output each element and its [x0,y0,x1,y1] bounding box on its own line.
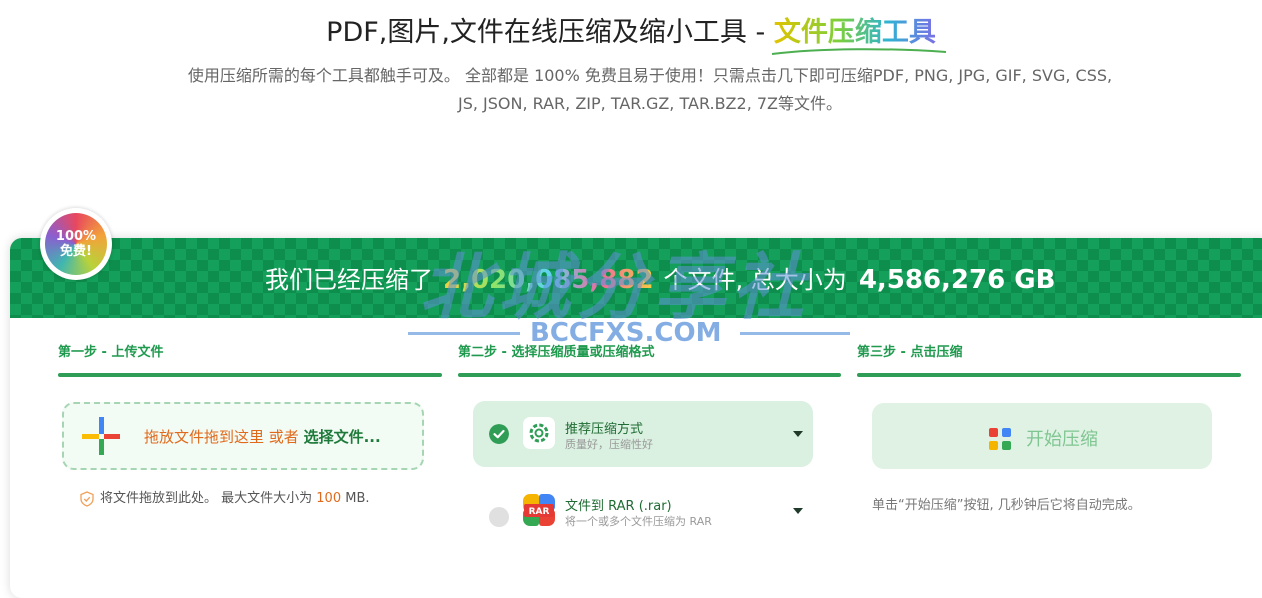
watermark-line-left [408,332,520,335]
watermark-line-right [740,332,850,335]
option-rar-subtitle: 将一个或多个文件压缩为 RAR [565,515,712,528]
free-badge-inner: 100% 免费! [45,213,107,275]
highlight-underline [771,48,946,55]
page-subtitle: 使用压缩所需的每个工具都触手可及。 全部都是 100% 免费且易于使用！只需点击… [187,66,1113,113]
option-rar[interactable]: RAR 文件到 RAR (.rar) 将一个或多个文件压缩为 RAR [473,484,813,550]
badge-line-1: 100% [55,229,97,244]
stats-banner: 我们已经压缩了 2,020,085,882 个文件, 总大小为 4,586,276 G… [10,238,1262,318]
files-count: 2,020,085,882 [443,265,654,295]
file-dropzone[interactable]: 拖放文件拖到这里 或者 选择文件... [62,402,424,470]
stats-label-1: 我们已经压缩了 [265,266,433,294]
start-compress-label: 开始压缩 [1026,429,1098,450]
start-compress-button[interactable]: 开始压缩 [872,403,1212,469]
step3-bar [857,373,1241,377]
step2-title: 第二步 - 选择压缩质量或压缩格式 [458,345,655,360]
dropzone-text: 拖放文件拖到这里 或者 选择文件... [144,426,381,447]
stats-label-2: 个文件, 总大小为 [663,266,847,294]
svg-text:RAR: RAR [529,507,550,517]
title-prefix: PDF,图片,文件在线压缩及缩小工具 - [326,17,774,48]
step3-title: 第三步 - 点击压缩 [857,345,963,360]
rar-icon: RAR [523,494,555,526]
close-icon[interactable] [1232,28,1254,50]
drop-label: 拖放文件拖到这里 或者 [144,428,299,446]
max-size-unit: MB. [345,491,370,506]
select-files-link[interactable]: 选择文件... [304,428,381,446]
plus-icon [82,417,120,455]
gear-icon [523,417,555,449]
option-rar-title: 文件到 RAR (.rar) [565,499,672,514]
title-highlight: 文件压缩工具 [771,17,946,55]
option-recommended-subtitle: 质量好，压缩性好 [565,438,653,451]
check-circle-icon [489,424,509,444]
shield-icon [80,490,94,507]
page-title: PDF,图片,文件在线压缩及缩小工具 - 文件压缩工具 [0,10,1262,55]
step1-title: 第一步 - 上传文件 [58,345,164,360]
badge-line-2: 免费! [60,244,92,259]
option-recommended-title: 推荐压缩方式 [565,422,644,437]
chevron-down-icon[interactable] [793,508,803,514]
option-recommended[interactable]: 推荐压缩方式 质量好，压缩性好 [473,401,813,467]
step2-bar [458,373,841,377]
max-size-value: 100 [316,491,342,506]
apps-grid-icon [989,428,1011,450]
radio-unchecked-icon[interactable] [489,507,509,527]
free-badge: 100% 免费! [40,208,112,280]
upload-hint: 将文件拖放到此处。 最大文件大小为 100 MB. [80,487,370,507]
upload-hint-text: 将文件拖放到此处。 最大文件大小为 [100,491,313,506]
compress-hint: 单击“开始压缩”按钮, 几秒钟后它将自动完成。 [872,498,1141,513]
total-size: 4,586,276 GB [858,265,1056,295]
stats-text: 我们已经压缩了 2,020,085,882 个文件, 总大小为 4,586,276 G… [265,260,1055,295]
chevron-down-icon[interactable] [793,431,803,437]
step1-bar [58,373,442,377]
